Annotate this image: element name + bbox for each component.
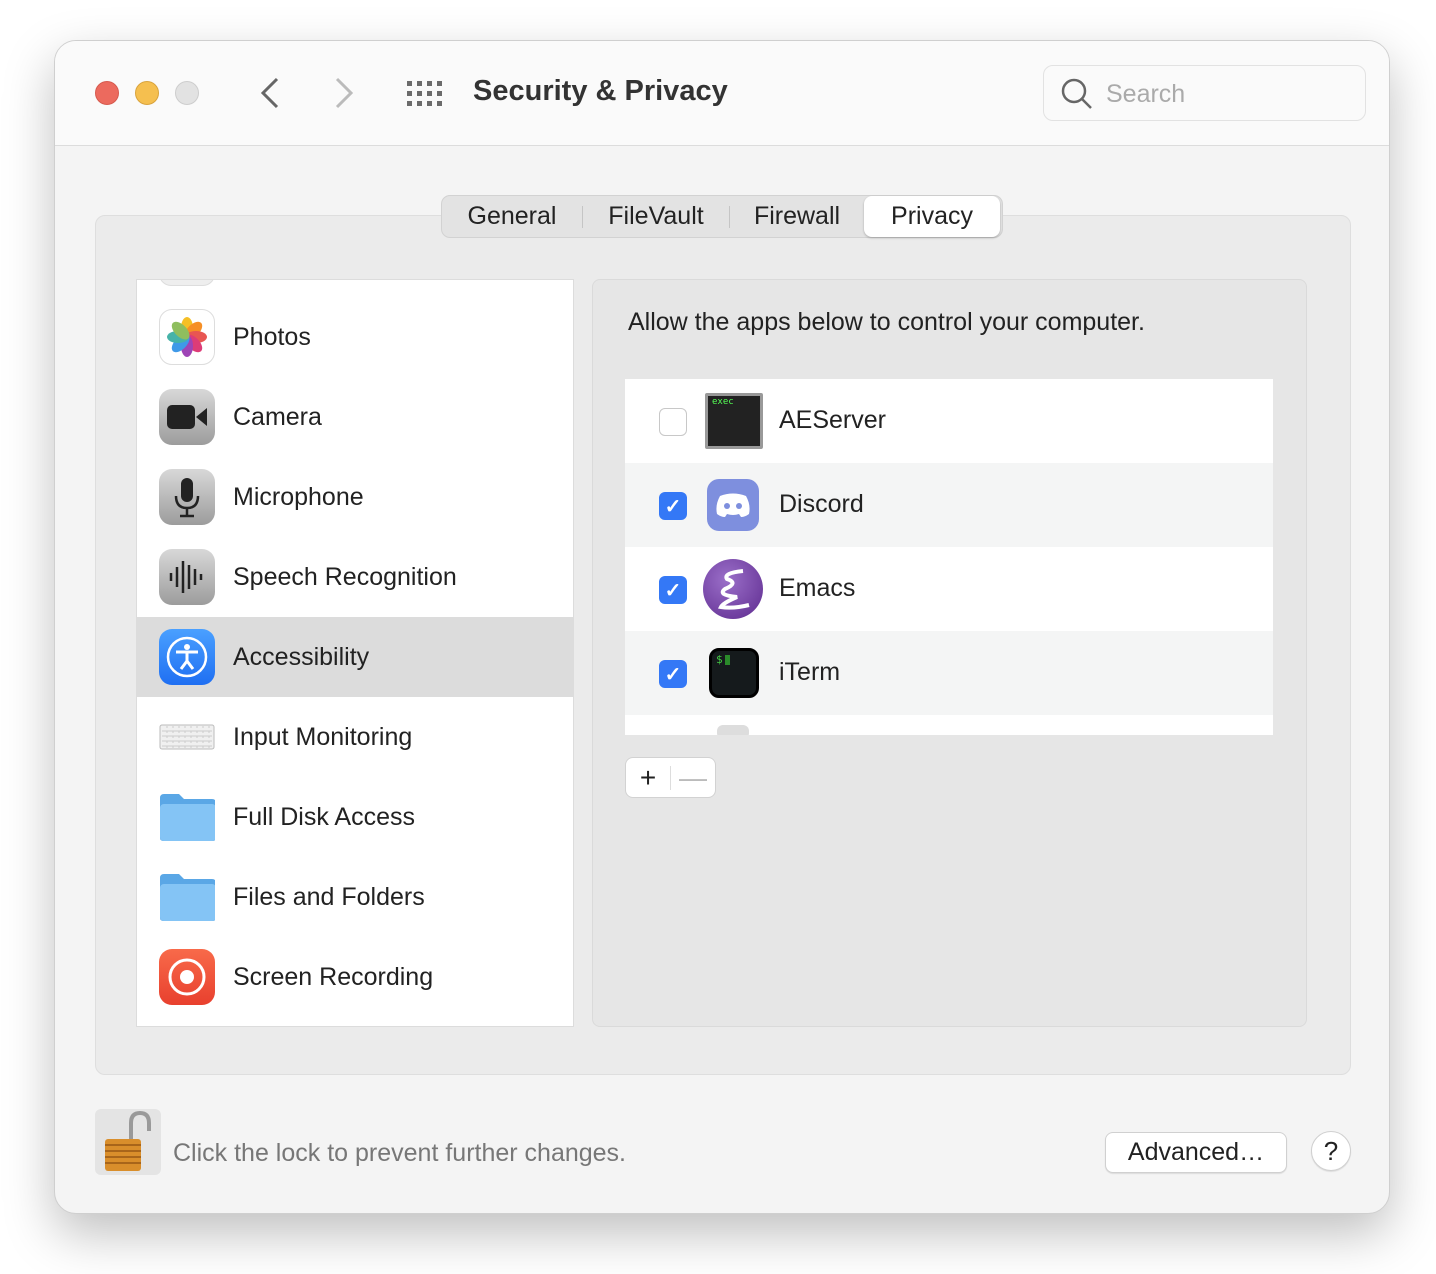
folder-icon [159,789,215,845]
sidebar-item-photos[interactable]: Photos [137,297,573,377]
photos-icon [159,309,215,365]
iterm-icon: $ [709,648,759,698]
add-button[interactable]: + [626,762,670,794]
sidebar-item-full-disk-access[interactable]: Full Disk Access [137,777,573,857]
camera-icon [159,389,215,445]
description-text: Allow the apps below to control your com… [628,308,1145,336]
sidebar-item-label: Photos [233,322,311,351]
exec-terminal-icon: exec [705,393,763,449]
sidebar-item-files-and-folders[interactable]: Files and Folders [137,857,573,937]
icon-text: $ [716,653,723,666]
keyboard-icon [159,709,215,765]
discord-icon [707,479,759,531]
add-remove-control: + — [625,757,716,798]
folder-icon [159,869,215,925]
sidebar-item-label: Microphone [233,482,364,511]
forward-chevron-icon[interactable] [333,77,355,109]
sidebar-item-label: Screen Recording [233,962,434,991]
app-list[interactable]: exec AEServer ✓ Discord ✓ Emacs ✓ $ iTer… [625,379,1273,735]
lock-button[interactable] [95,1109,161,1175]
search-placeholder: Search [1106,80,1186,108]
app-name: iTerm [779,658,841,686]
close-button[interactable] [95,81,119,105]
sidebar-item-label: Files and Folders [233,882,425,911]
icon-text: exec [712,397,734,407]
accessibility-icon [159,629,215,685]
app-row-aeserver[interactable]: exec AEServer [625,379,1273,463]
zoom-button[interactable] [175,81,199,105]
title-bar: Security & Privacy Search [55,41,1389,146]
microphone-icon [159,469,215,525]
app-name: Emacs [779,574,856,602]
sidebar-item-microphone[interactable]: Microphone [137,457,573,537]
sidebar-item-camera[interactable]: Camera [137,377,573,457]
emacs-icon [703,559,763,619]
back-chevron-icon[interactable] [259,77,281,109]
tab-privacy[interactable]: Privacy [864,196,1000,237]
sidebar-item-label: Full Disk Access [233,802,415,831]
privacy-category-list[interactable]: Photos Camera Microphone Speech Recognit… [136,279,574,1027]
sidebar-item-label: Speech Recognition [233,562,457,591]
help-button[interactable]: ? [1311,1131,1351,1171]
screen-recording-icon [159,949,215,1005]
app-checkbox[interactable]: ✓ [659,576,687,604]
search-icon [1061,78,1092,109]
minimize-button[interactable] [135,81,159,105]
search-input[interactable]: Search [1043,65,1366,121]
sidebar-item-input-monitoring[interactable]: Input Monitoring [137,697,573,777]
sidebar-item-screen-recording[interactable]: Screen Recording [137,937,573,1017]
app-row-iterm[interactable]: ✓ $ iTerm [625,631,1273,715]
tab-general[interactable]: General [442,196,582,237]
partial-app-icon [717,725,749,735]
speech-recognition-icon [159,549,215,605]
app-checkbox[interactable]: ✓ [659,660,687,688]
app-row-discord[interactable]: ✓ Discord [625,463,1273,547]
sidebar-item-accessibility[interactable]: Accessibility [137,617,573,697]
sidebar-item-label: Input Monitoring [233,722,413,751]
advanced-button[interactable]: Advanced… [1105,1132,1287,1173]
app-checkbox[interactable]: ✓ [659,492,687,520]
app-row-emacs[interactable]: ✓ Emacs [625,547,1273,631]
remove-button[interactable]: — [671,762,715,794]
sidebar-item-speech-recognition[interactable]: Speech Recognition [137,537,573,617]
app-row-partial [625,715,1273,735]
tab-bar: General FileVault Firewall Privacy [441,195,1003,238]
sidebar-item-label: Accessibility [233,642,370,671]
window-title: Security & Privacy [473,75,728,107]
unlocked-padlock-icon [105,1110,151,1171]
app-checkbox[interactable] [659,408,687,436]
lock-status-text: Click the lock to prevent further change… [173,1139,627,1167]
tab-firewall[interactable]: Firewall [730,196,864,237]
app-name: AEServer [779,406,886,434]
partial-item-icon [159,280,215,286]
sidebar-item-label: Camera [233,402,322,431]
tab-filevault[interactable]: FileVault [583,196,729,237]
app-name: Discord [779,490,864,518]
window: Security & Privacy Search General FileVa… [54,40,1390,1214]
show-all-grid-icon[interactable] [407,81,444,106]
